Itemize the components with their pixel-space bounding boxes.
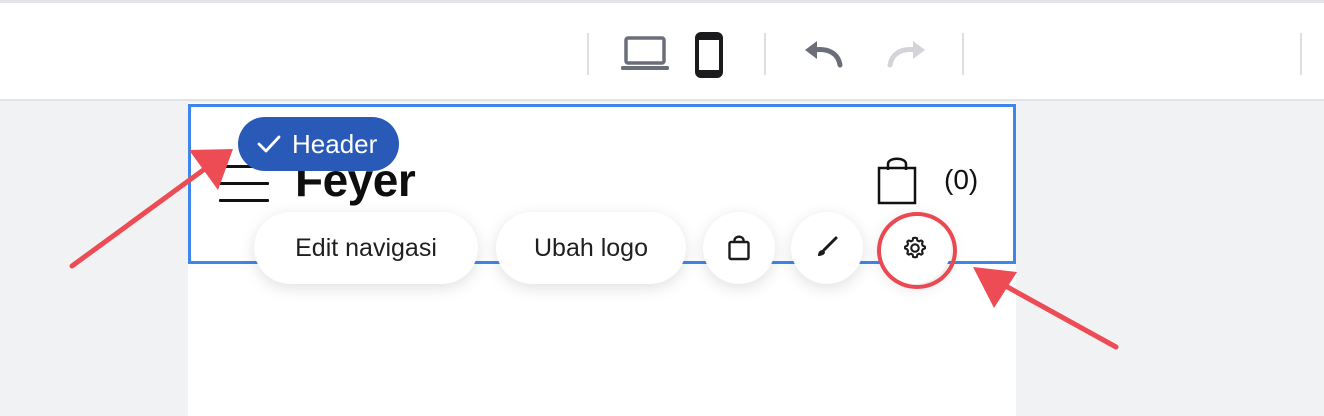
gear-icon	[904, 236, 926, 259]
toolbar-divider	[962, 33, 964, 75]
shopping-bag-icon	[728, 235, 750, 261]
paintbrush-icon	[818, 236, 838, 256]
toolbar-divider	[1300, 33, 1302, 75]
editor-toolbar	[0, 0, 1324, 101]
header-settings-button[interactable]	[879, 212, 951, 284]
checkmark-icon	[257, 135, 281, 153]
toolbar-divider	[587, 33, 589, 75]
cart-settings-button[interactable]	[703, 212, 775, 284]
edit-navigation-button[interactable]: Edit navigasi	[254, 212, 478, 284]
mobile-phone-icon[interactable]	[692, 31, 726, 79]
edit-navigation-label: Edit navigasi	[295, 233, 437, 262]
laptop-icon[interactable]	[618, 33, 672, 75]
badge-label: Header	[292, 128, 378, 159]
header-selection-badge[interactable]: Header	[238, 117, 399, 171]
undo-icon[interactable]	[798, 37, 848, 71]
change-logo-label: Ubah logo	[534, 233, 648, 262]
change-logo-button[interactable]: Ubah logo	[496, 212, 686, 284]
redo-icon[interactable]	[882, 37, 932, 71]
toolbar-divider	[764, 33, 766, 75]
design-style-button[interactable]	[791, 212, 863, 284]
